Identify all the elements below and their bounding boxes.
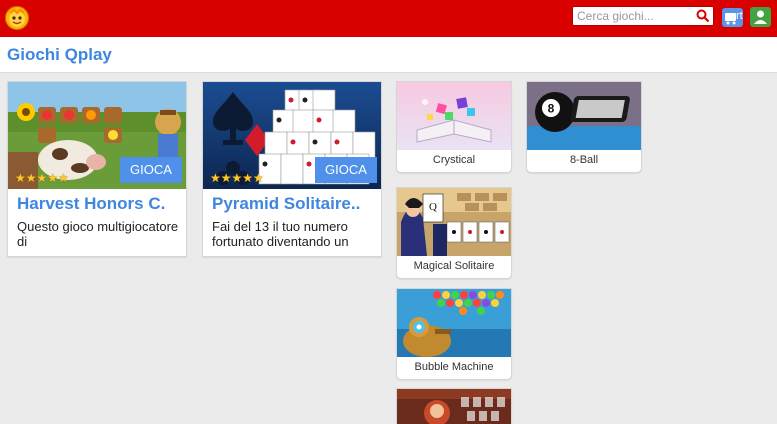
game-title[interactable]: Crystical	[397, 154, 511, 166]
svg-text:8: 8	[548, 102, 555, 116]
game-card-bubble-machine[interactable]: Bubble Machine	[396, 288, 512, 380]
svg-text:Q: Q	[429, 201, 437, 213]
game-card-magical-solitaire[interactable]: Q Magical Solitaire	[396, 187, 512, 279]
search-icon[interactable]	[696, 9, 710, 28]
game-description: Questo gioco multigiocatore di	[17, 219, 179, 249]
game-thumbnail[interactable]: 8	[527, 82, 641, 150]
game-thumbnail[interactable]	[397, 289, 511, 357]
user-icon	[750, 10, 771, 31]
featured-card-pyramid-solitaire[interactable]: ★★★★★ GIOCA Pyramid Solitaire.. Fai del …	[202, 81, 382, 257]
rating-stars: ★★★★★	[210, 171, 264, 185]
logo-icon[interactable]	[5, 6, 29, 30]
title-bar: Giochi Qplay	[0, 37, 777, 73]
featured-card-harvest-honors[interactable]: ★★★★★ GIOCA Harvest Honors C. Questo gio…	[7, 81, 187, 257]
game-card-partial[interactable]	[396, 388, 512, 424]
game-card-crystical[interactable]: Crystical	[396, 81, 512, 173]
game-thumbnail[interactable]	[397, 389, 511, 424]
game-title[interactable]: Magical Solitaire	[397, 260, 511, 272]
play-button[interactable]: GIOCA	[120, 157, 182, 183]
game-title[interactable]: 8-Ball	[527, 154, 641, 166]
game-title[interactable]: Pyramid Solitaire..	[212, 194, 376, 214]
play-button[interactable]: GIOCA	[315, 157, 377, 183]
game-thumbnail[interactable]: Q	[397, 188, 511, 256]
top-bar: rt	[0, 0, 777, 37]
cart-label[interactable]: rt	[736, 10, 743, 22]
game-thumbnail[interactable]	[397, 82, 511, 150]
search-input[interactable]	[577, 8, 691, 24]
game-title[interactable]: Bubble Machine	[397, 361, 511, 373]
game-title[interactable]: Harvest Honors C.	[17, 194, 181, 214]
page-title: Giochi Qplay	[7, 45, 112, 64]
search-box	[572, 6, 714, 26]
rating-stars: ★★★★★	[15, 171, 69, 185]
game-card-8-ball[interactable]: 8 8-Ball	[526, 81, 642, 173]
game-description: Fai del 13 il tuo numero fortunato diven…	[212, 219, 349, 249]
user-button[interactable]	[750, 7, 771, 27]
